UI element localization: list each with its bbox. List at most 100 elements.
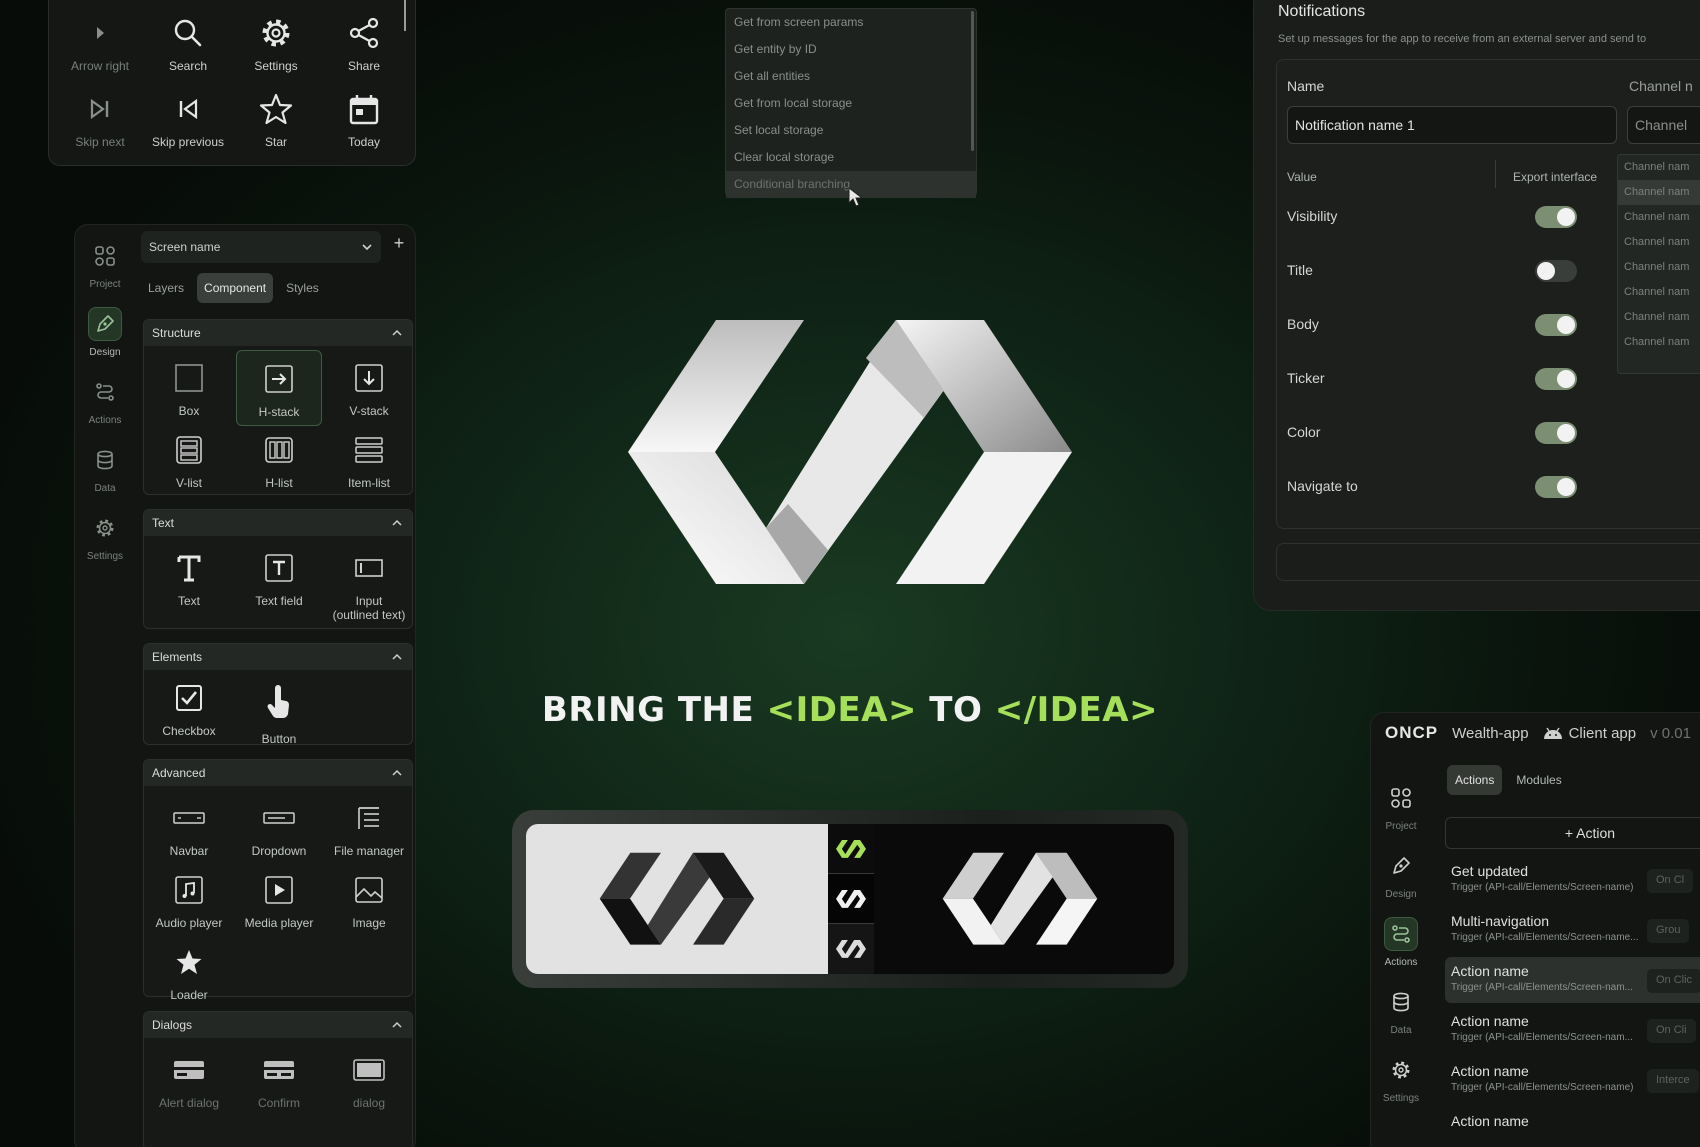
project-name[interactable]: Wealth-app: [1452, 725, 1528, 742]
component-media-player[interactable]: Media player: [236, 872, 322, 930]
channel-input[interactable]: Channel: [1627, 106, 1700, 144]
component-dropdown[interactable]: Dropdown: [236, 800, 322, 858]
visibility-toggle[interactable]: [1535, 206, 1577, 228]
action-row[interactable]: Multi-navigation Trigger (API-call/Eleme…: [1445, 907, 1700, 953]
gear-icon: [1384, 1053, 1418, 1087]
menu-item[interactable]: Clear local storage: [726, 144, 976, 171]
event-chip[interactable]: On Cl: [1647, 869, 1694, 893]
section-header[interactable]: Dialogs: [144, 1012, 412, 1038]
channel-option[interactable]: Channel nam: [1618, 305, 1700, 330]
alert-dialog-icon: [171, 1052, 207, 1088]
section-header[interactable]: Elements: [144, 644, 412, 670]
chevron-up-icon: [392, 328, 402, 338]
component-text[interactable]: Text: [146, 550, 232, 608]
menu-item[interactable]: Set local storage: [726, 117, 976, 144]
component-dialog[interactable]: dialog: [326, 1052, 412, 1110]
icon-item-search[interactable]: Search: [143, 15, 233, 73]
section-title: Elements: [152, 650, 203, 664]
notification-name-input[interactable]: Notification name 1: [1287, 106, 1617, 144]
tab-layers[interactable]: Layers: [141, 273, 191, 303]
icon-item-today[interactable]: Today: [319, 91, 409, 149]
nav-item-project[interactable]: Project: [75, 239, 135, 290]
component-h-list[interactable]: H-list: [236, 432, 322, 490]
menu-item[interactable]: Get entity by ID: [726, 36, 976, 63]
menu-item[interactable]: Get from screen params: [726, 9, 976, 36]
section-header[interactable]: Text: [144, 510, 412, 536]
tagline-part: BRING THE: [541, 690, 767, 730]
icon-item-settings[interactable]: Settings: [231, 15, 321, 73]
nav-item-design[interactable]: Design: [75, 307, 135, 358]
component-h-stack[interactable]: H-stack: [236, 350, 322, 426]
action-row[interactable]: Action name Trigger (API-call/Elements/S…: [1445, 1057, 1700, 1103]
component-image[interactable]: Image: [326, 872, 412, 930]
component-label: H-stack: [258, 405, 300, 419]
section-header[interactable]: Advanced: [144, 760, 412, 786]
component-box[interactable]: Box: [146, 360, 232, 418]
channel-option[interactable]: Channel nam: [1618, 230, 1700, 255]
action-row[interactable]: Get updated Trigger (API-call/Elements/S…: [1445, 857, 1700, 903]
scrollbar[interactable]: [971, 11, 974, 151]
client-app-name[interactable]: Client app: [1569, 725, 1637, 742]
event-chip[interactable]: Interce: [1647, 1069, 1699, 1093]
nav-item-settings[interactable]: Settings: [1371, 1053, 1431, 1104]
notification-footer-bar[interactable]: [1276, 543, 1700, 581]
channel-option[interactable]: Channel nam: [1618, 180, 1700, 205]
event-chip[interactable]: On Clic: [1647, 969, 1700, 993]
add-action-button[interactable]: + Action: [1445, 817, 1700, 849]
tab-component[interactable]: Component: [197, 273, 274, 303]
component-loader[interactable]: Loader: [146, 944, 232, 1002]
icon-item-skip-previous[interactable]: Skip previous: [143, 91, 233, 149]
section-title: Dialogs: [152, 1018, 193, 1032]
nav-label: Actions: [88, 415, 122, 426]
channel-option[interactable]: Channel nam: [1618, 280, 1700, 305]
input-icon: [351, 550, 387, 586]
component-v-stack[interactable]: V-stack: [326, 360, 412, 418]
add-screen-button[interactable]: +: [387, 233, 411, 261]
section-header[interactable]: Structure: [144, 320, 412, 346]
component-input-outlined[interactable]: Input (outlined text): [326, 550, 412, 622]
nav-item-project[interactable]: Project: [1371, 781, 1431, 832]
field-label: Navigate to: [1287, 478, 1358, 494]
screen-select[interactable]: Screen name: [141, 231, 381, 263]
color-toggle[interactable]: [1535, 422, 1577, 444]
nav-item-actions[interactable]: Actions: [1371, 917, 1431, 968]
component-navbar[interactable]: Navbar: [146, 800, 232, 858]
nav-item-design[interactable]: Design: [1371, 849, 1431, 900]
component-file-manager[interactable]: File manager: [326, 800, 412, 858]
nav-item-settings[interactable]: Settings: [75, 511, 135, 562]
nav-label: Settings: [1382, 1093, 1420, 1104]
action-row[interactable]: Action name Trigger (API-call/Elements/S…: [1445, 1007, 1700, 1053]
component-v-list[interactable]: V-list: [146, 432, 232, 490]
icon-item-skip-next[interactable]: Skip next: [55, 91, 145, 149]
hero-logo: [628, 318, 1072, 588]
ticker-toggle[interactable]: [1535, 368, 1577, 390]
channel-option[interactable]: Channel nam: [1618, 255, 1700, 280]
component-audio-player[interactable]: Audio player: [146, 872, 232, 930]
title-toggle[interactable]: [1535, 260, 1577, 282]
component-item-list[interactable]: Item-list: [326, 432, 412, 490]
component-alert-dialog[interactable]: Alert dialog: [146, 1052, 232, 1110]
menu-item[interactable]: Get from local storage: [726, 90, 976, 117]
icon-item-star[interactable]: Star: [231, 91, 321, 149]
tab-modules[interactable]: Modules: [1508, 765, 1569, 795]
tab-actions[interactable]: Actions: [1447, 765, 1503, 795]
navigate-to-toggle[interactable]: [1535, 476, 1577, 498]
action-dropdown-menu: Get from screen params Get entity by ID …: [725, 8, 977, 207]
nav-item-data[interactable]: Data: [75, 443, 135, 494]
action-row[interactable]: Action name: [1445, 1107, 1700, 1147]
body-toggle[interactable]: [1535, 314, 1577, 336]
event-chip[interactable]: Grou: [1647, 919, 1690, 943]
icon-item-arrow-right[interactable]: Arrow right: [55, 15, 145, 73]
nav-item-actions[interactable]: Actions: [75, 375, 135, 426]
component-text-field[interactable]: Text field: [236, 550, 322, 608]
event-chip[interactable]: On Cli: [1647, 1019, 1696, 1043]
component-confirm[interactable]: Confirm: [236, 1052, 322, 1110]
nav-item-data[interactable]: Data: [1371, 985, 1431, 1036]
menu-item[interactable]: Get all entities: [726, 63, 976, 90]
channel-option[interactable]: Channel nam: [1618, 155, 1700, 180]
channel-option[interactable]: Channel nam: [1618, 330, 1700, 355]
channel-option[interactable]: Channel nam: [1618, 205, 1700, 230]
tab-styles[interactable]: Styles: [279, 273, 326, 303]
action-row-selected[interactable]: Action name Trigger (API-call/Elements/S…: [1445, 957, 1700, 1003]
icon-item-share[interactable]: Share: [319, 15, 409, 73]
